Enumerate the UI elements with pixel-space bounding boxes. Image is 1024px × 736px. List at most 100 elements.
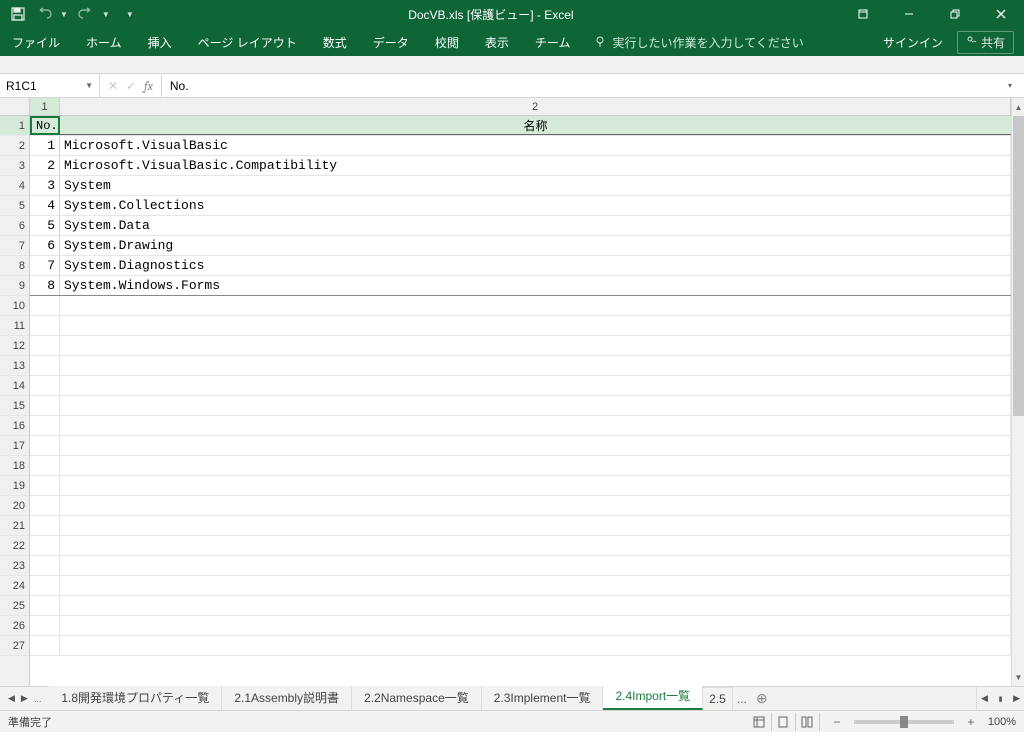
cell-empty[interactable]	[60, 416, 1011, 435]
cell-empty[interactable]	[60, 356, 1011, 375]
tab-formulas[interactable]: 数式	[321, 30, 349, 55]
tab-team[interactable]: チーム	[533, 30, 573, 55]
row-header[interactable]: 10	[0, 296, 29, 316]
cell-empty[interactable]	[60, 556, 1011, 575]
formula-expand-icon[interactable]: ▾	[1004, 81, 1016, 90]
zoom-out-button[interactable]: −	[830, 715, 844, 729]
hscroll-right-icon[interactable]: ▶	[1013, 693, 1020, 704]
cell-empty[interactable]	[60, 516, 1011, 535]
cell-empty[interactable]	[60, 596, 1011, 615]
row-header[interactable]: 2	[0, 136, 29, 156]
sheet-tab[interactable]: 1.8開発環境プロパティ一覧	[49, 684, 222, 710]
view-page-break-button[interactable]	[796, 713, 820, 731]
cell-empty[interactable]	[30, 636, 60, 655]
cell-empty[interactable]	[30, 316, 60, 335]
cell-name[interactable]: System	[60, 176, 1011, 195]
row-header[interactable]: 5	[0, 196, 29, 216]
close-button[interactable]	[978, 0, 1024, 28]
cell-no[interactable]: 4	[30, 196, 60, 215]
restore-button[interactable]	[932, 0, 978, 28]
cell-empty[interactable]	[60, 316, 1011, 335]
tab-file[interactable]: ファイル	[10, 30, 62, 55]
cell-no[interactable]: 3	[30, 176, 60, 195]
cell-no[interactable]: 1	[30, 136, 60, 155]
cell-no[interactable]: 5	[30, 216, 60, 235]
fx-icon[interactable]: fx	[144, 79, 153, 93]
cell-name[interactable]: Microsoft.VisualBasic	[60, 136, 1011, 155]
row-header[interactable]: 4	[0, 176, 29, 196]
cell-empty[interactable]	[60, 296, 1011, 315]
row-header[interactable]: 16	[0, 416, 29, 436]
name-box[interactable]: R1C1 ▼	[0, 74, 100, 97]
tab-view[interactable]: 表示	[483, 30, 511, 55]
row-header[interactable]: 23	[0, 556, 29, 576]
cell-empty[interactable]	[60, 636, 1011, 655]
cell-name[interactable]: System.Data	[60, 216, 1011, 235]
tab-data[interactable]: データ	[371, 30, 411, 55]
cell-empty[interactable]	[60, 376, 1011, 395]
qat-customize-icon[interactable]: ▼	[126, 10, 134, 19]
cell-name[interactable]: Microsoft.VisualBasic.Compatibility	[60, 156, 1011, 175]
cell-empty[interactable]	[60, 456, 1011, 475]
sheet-tab[interactable]: 2.4Import一覧	[603, 682, 703, 710]
row-header[interactable]: 22	[0, 536, 29, 556]
cell-name[interactable]: System.Windows.Forms	[60, 276, 1011, 295]
zoom-in-button[interactable]: +	[964, 715, 978, 729]
cell-empty[interactable]	[30, 336, 60, 355]
sheet-tab[interactable]: 2.5	[703, 687, 733, 710]
row-header[interactable]: 27	[0, 636, 29, 656]
sheet-tab[interactable]: 2.3Implement一覧	[482, 684, 604, 710]
enter-icon[interactable]: ✓	[126, 79, 136, 93]
scroll-down-icon[interactable]: ▼	[1012, 670, 1024, 684]
cell-header-name[interactable]: 名称	[60, 116, 1011, 135]
sign-in-link[interactable]: サインイン	[883, 34, 943, 51]
scroll-thumb[interactable]	[1013, 116, 1024, 416]
tab-insert[interactable]: 挿入	[146, 30, 174, 55]
select-all-corner[interactable]	[0, 98, 30, 116]
cell-empty[interactable]	[30, 496, 60, 515]
zoom-slider-thumb[interactable]	[900, 716, 908, 728]
redo-dropdown-icon[interactable]: ▼	[102, 10, 110, 19]
sheet-nav-prev-icon[interactable]: ◀	[8, 693, 15, 704]
tab-review[interactable]: 校閲	[433, 30, 461, 55]
redo-icon[interactable]	[78, 6, 94, 22]
row-header[interactable]: 15	[0, 396, 29, 416]
cell-empty[interactable]	[30, 436, 60, 455]
row-header[interactable]: 1	[0, 116, 29, 136]
tell-me-search[interactable]: 実行したい作業を入力してください	[594, 34, 803, 51]
row-header[interactable]: 11	[0, 316, 29, 336]
cell-name[interactable]: System.Collections	[60, 196, 1011, 215]
row-header[interactable]: 19	[0, 476, 29, 496]
cell-empty[interactable]	[30, 616, 60, 635]
row-header[interactable]: 17	[0, 436, 29, 456]
row-header[interactable]: 9	[0, 276, 29, 296]
row-header[interactable]: 26	[0, 616, 29, 636]
tab-home[interactable]: ホーム	[84, 30, 124, 55]
cell-empty[interactable]	[60, 396, 1011, 415]
undo-icon[interactable]	[36, 6, 52, 22]
zoom-level[interactable]: 100%	[988, 716, 1016, 728]
row-header[interactable]: 6	[0, 216, 29, 236]
scroll-up-icon[interactable]: ▲	[1012, 100, 1024, 114]
cell-empty[interactable]	[60, 536, 1011, 555]
cell-empty[interactable]	[60, 336, 1011, 355]
hscroll-left-icon[interactable]: ◀	[981, 693, 988, 704]
row-header[interactable]: 21	[0, 516, 29, 536]
share-button[interactable]: 共有	[957, 31, 1014, 54]
cell-empty[interactable]	[30, 376, 60, 395]
sheet-nav-next-icon[interactable]: ▶	[21, 693, 28, 704]
cell-empty[interactable]	[60, 496, 1011, 515]
view-page-layout-button[interactable]	[772, 713, 796, 731]
row-header[interactable]: 7	[0, 236, 29, 256]
vertical-scrollbar[interactable]: ▲ ▼	[1011, 98, 1024, 686]
row-header[interactable]: 24	[0, 576, 29, 596]
cell-empty[interactable]	[30, 476, 60, 495]
cell-name[interactable]: System.Diagnostics	[60, 256, 1011, 275]
row-header[interactable]: 13	[0, 356, 29, 376]
cell-empty[interactable]	[30, 596, 60, 615]
cell-empty[interactable]	[30, 516, 60, 535]
cell-header-no[interactable]: No.	[30, 116, 60, 135]
name-box-dropdown-icon[interactable]: ▼	[85, 81, 93, 90]
cell-no[interactable]: 6	[30, 236, 60, 255]
ribbon-display-options-button[interactable]	[840, 0, 886, 28]
